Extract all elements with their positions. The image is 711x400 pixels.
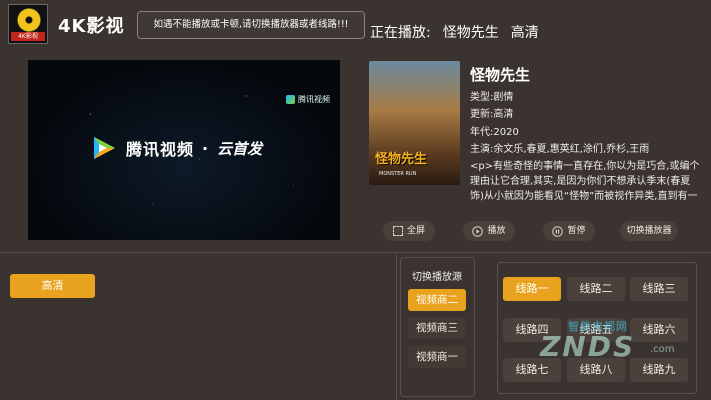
video-brand-text: 腾讯视频 — [126, 140, 195, 159]
switch-player-label: 切换播放器 — [626, 226, 672, 236]
play-button[interactable]: 播放 — [463, 221, 515, 241]
movie-cast: 主演:余文乐,春夏,惠英红,涂们,乔杉,王雨 — [470, 144, 650, 155]
source-item[interactable]: 视频商二 — [408, 289, 466, 311]
app-title: 4K影视 — [58, 16, 125, 37]
route-item[interactable]: 线路五 — [567, 318, 625, 342]
video-watermark-text: 腾讯视频 — [298, 95, 330, 104]
app-logo: 4K影视 — [8, 4, 48, 44]
logo-badge: 4K影视 — [11, 32, 45, 41]
tencent-video-icon — [286, 95, 295, 104]
route-item[interactable]: 线路三 — [630, 277, 688, 301]
source-panel-title: 切换播放源 — [412, 272, 462, 283]
section-divider — [0, 252, 711, 253]
now-playing-title: 怪物先生 — [442, 25, 499, 41]
source-item[interactable]: 视频商一 — [408, 346, 466, 368]
video-watermark: 腾讯视频 — [286, 94, 330, 105]
now-playing-quality: 高清 — [510, 25, 539, 41]
movie-description: <p>有些奇怪的事情一直存在,你以为是巧合,或编个理由让它合理,其实,是因为你们… — [470, 161, 700, 202]
now-playing-label: 正在播放: — [370, 25, 431, 41]
now-playing: 正在播放: 怪物先生 高清 — [370, 22, 551, 42]
poster-subtitle: MONSTER RUN — [379, 171, 417, 177]
movie-year: 年代:2020 — [470, 127, 519, 138]
tencent-video-logo-icon — [94, 137, 115, 159]
movie-type: 类型:剧情 — [470, 92, 514, 103]
pause-icon — [552, 225, 564, 237]
quality-hd-button[interactable]: 高清 — [10, 274, 95, 298]
play-label: 播放 — [487, 226, 506, 236]
switch-player-button[interactable]: 切换播放器 — [620, 221, 678, 241]
video-player[interactable]: 腾讯视频 腾讯视频 · 云首发 — [28, 60, 340, 240]
video-brand: 腾讯视频 · 云首发 — [90, 134, 262, 162]
playback-notice: 如遇不能播放或卡顿,请切换播放器或者线路!!! — [137, 11, 365, 39]
route-item[interactable]: 线路二 — [567, 277, 625, 301]
route-item[interactable]: 线路七 — [503, 358, 561, 382]
route-item[interactable]: 线路六 — [630, 318, 688, 342]
poster-title: 怪物先生 — [375, 152, 428, 167]
video-brand-sub: 云首发 — [217, 139, 263, 158]
fullscreen-icon — [392, 226, 403, 236]
pause-button[interactable]: 暂停 — [543, 221, 595, 241]
route-item[interactable]: 线路九 — [630, 358, 688, 382]
fullscreen-button[interactable]: 全屏 — [383, 221, 435, 241]
route-item[interactable]: 线路八 — [567, 358, 625, 382]
film-reel-icon — [17, 8, 41, 32]
source-item[interactable]: 视频商三 — [408, 317, 466, 339]
play-icon — [472, 225, 484, 237]
video-brand-dot: · — [202, 138, 210, 158]
route-item[interactable]: 线路四 — [503, 318, 561, 342]
pause-label: 暂停 — [567, 226, 586, 236]
route-item[interactable]: 线路一 — [503, 277, 561, 301]
movie-update: 更新:高清 — [470, 109, 514, 120]
movie-poster: 怪物先生 MONSTER RUN — [369, 61, 460, 185]
fullscreen-label: 全屏 — [406, 226, 425, 236]
movie-title: 怪物先生 — [470, 66, 531, 84]
column-divider — [396, 253, 397, 400]
